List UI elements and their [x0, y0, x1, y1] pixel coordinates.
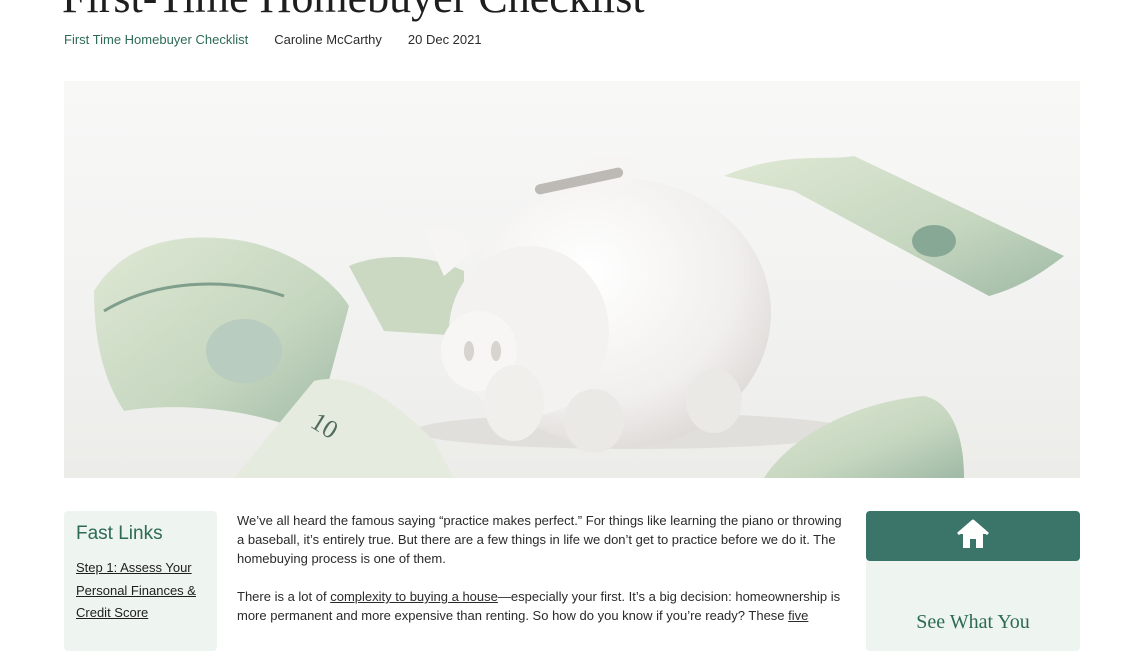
- publish-date: 20 Dec 2021: [407, 32, 482, 47]
- paragraph-text: There is a lot of: [237, 589, 331, 604]
- page-title: First-Time Homebuyer Checklist: [62, 0, 645, 20]
- cta-header: [866, 511, 1080, 561]
- fast-link-step-1[interactable]: Step 1: Assess Your Personal Finances & …: [76, 557, 205, 625]
- cta-title: See What You: [916, 611, 1030, 633]
- article-paragraph: We’ve all heard the famous saying “pract…: [237, 513, 842, 566]
- article-paragraph: There is a lot of complexity to buying a…: [237, 587, 845, 625]
- fast-links-panel: Fast Links Step 1: Assess Your Personal …: [64, 511, 217, 651]
- five-link[interactable]: five: [788, 608, 808, 623]
- article-meta: First Time Homebuyer Checklist Caroline …: [64, 32, 482, 47]
- cta-card[interactable]: See What You: [866, 511, 1080, 651]
- author-name: Caroline McCarthy: [274, 32, 382, 47]
- category-link[interactable]: First Time Homebuyer Checklist: [64, 32, 248, 47]
- hero-image: 10: [64, 81, 1080, 478]
- house-icon: [956, 517, 990, 556]
- article-body: We’ve all heard the famous saying “pract…: [237, 511, 845, 644]
- complexity-link[interactable]: complexity to buying a house: [330, 589, 498, 604]
- fast-links-title: Fast Links: [76, 523, 163, 544]
